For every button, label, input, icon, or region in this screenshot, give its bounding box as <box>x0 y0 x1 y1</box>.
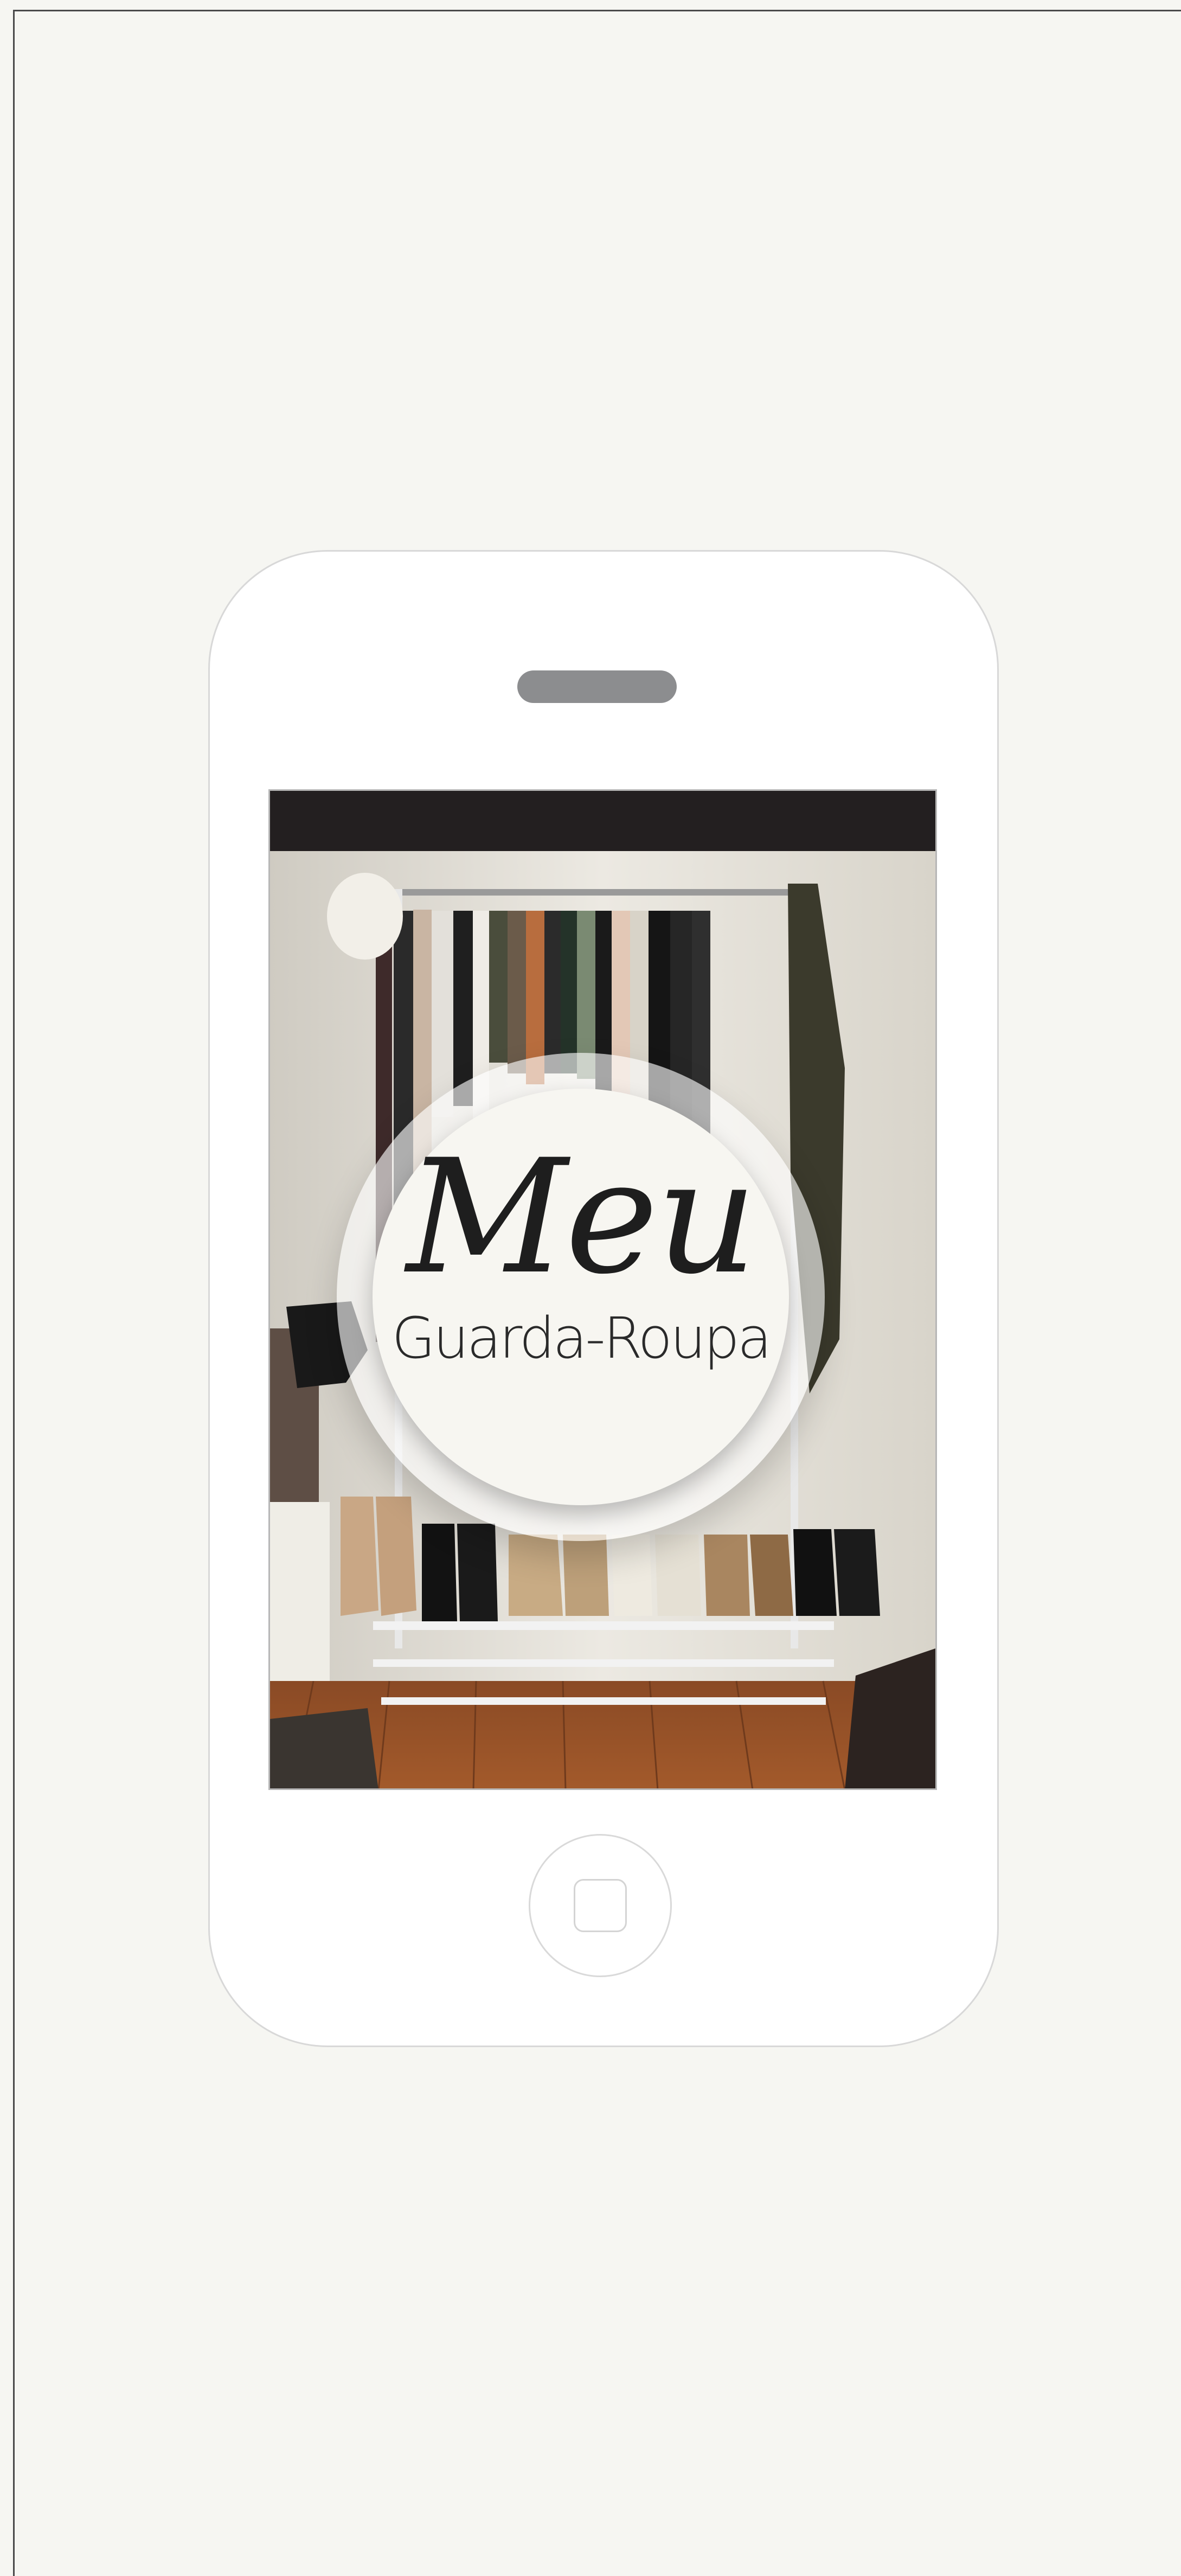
home-square-icon <box>574 1879 627 1932</box>
logo-subtitle: Guarda-Roupa <box>391 1305 772 1371</box>
phone-speaker <box>517 670 677 703</box>
home-button[interactable] <box>529 1834 672 1977</box>
logo-title: Meu <box>406 1126 757 1309</box>
frame-border-left <box>13 10 15 2576</box>
frame-border-top <box>13 10 1181 11</box>
status-bar <box>270 791 935 851</box>
page: Meu Guarda-Roupa <box>0 0 1181 2576</box>
